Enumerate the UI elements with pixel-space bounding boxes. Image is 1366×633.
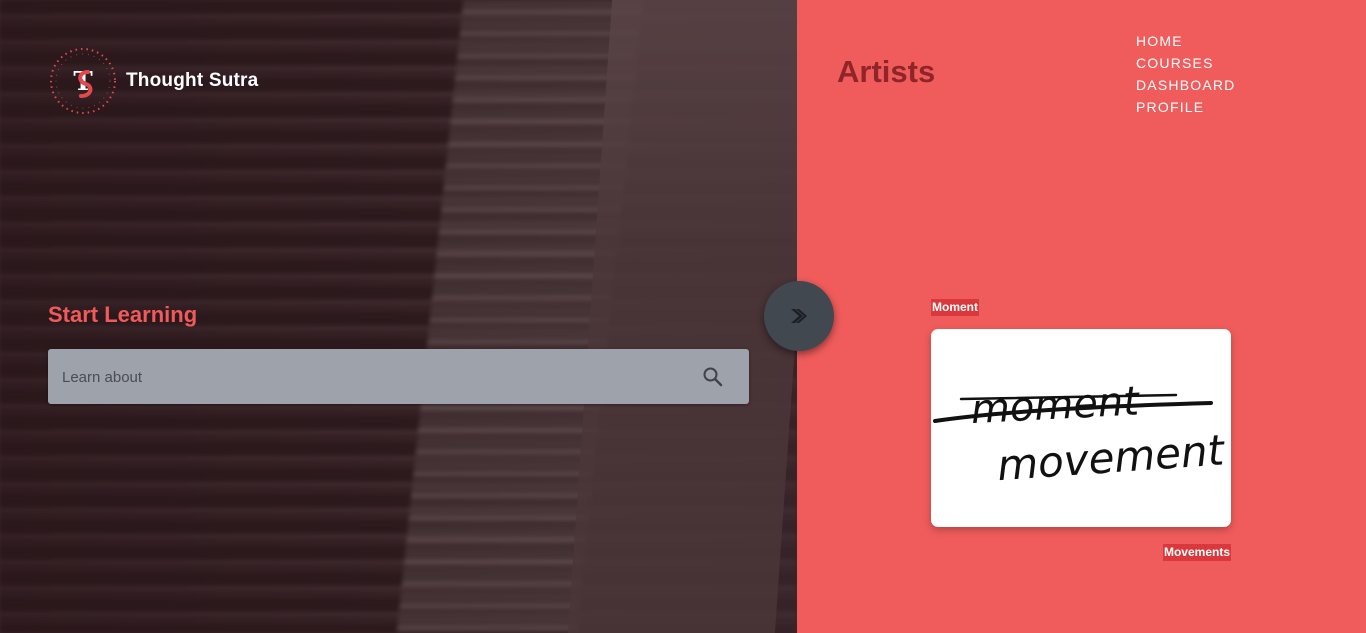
brand-name: Thought Sutra (126, 70, 259, 91)
page: T Thought Sutra Start Learning Artists H… (0, 0, 1366, 633)
search-icon[interactable] (701, 365, 725, 389)
search-box (48, 349, 749, 406)
panel-title: Artists (837, 54, 936, 89)
panel-toggle-button[interactable] (764, 281, 834, 351)
card-label-top: Moment (931, 299, 979, 316)
moment-movement-image: moment movement (933, 378, 1228, 490)
main-nav: HOME COURSES DASHBOARD PROFILE (1136, 30, 1235, 118)
artists-panel: Artists HOME COURSES DASHBOARD PROFILE M… (797, 0, 1366, 633)
nav-item-dashboard[interactable]: DASHBOARD (1136, 74, 1235, 96)
artist-card[interactable]: moment movement (931, 329, 1231, 527)
thought-sutra-logo-icon: T (48, 46, 118, 116)
image-word-main: movement (996, 425, 1228, 490)
nav-item-home[interactable]: HOME (1136, 30, 1235, 52)
nav-item-courses[interactable]: COURSES (1136, 52, 1235, 74)
search-input[interactable] (60, 349, 684, 406)
card-label-bottom: Movements (1162, 544, 1231, 561)
nav-item-profile[interactable]: PROFILE (1136, 96, 1235, 118)
brand-logo[interactable]: T Thought Sutra (48, 46, 258, 116)
hero-section: T Thought Sutra Start Learning (0, 0, 797, 633)
start-learning-title: Start Learning (48, 302, 198, 327)
